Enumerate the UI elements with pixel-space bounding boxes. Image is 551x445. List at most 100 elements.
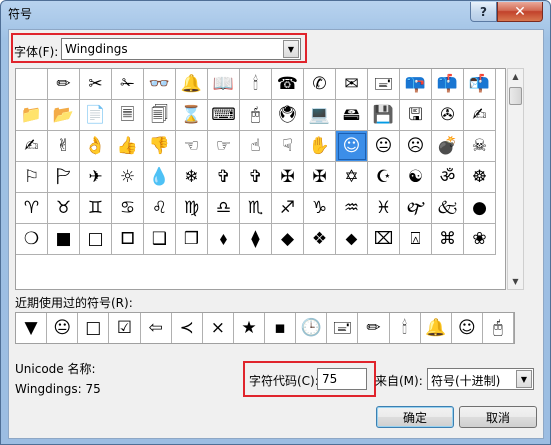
scroll-up-icon[interactable]: ▲: [508, 69, 523, 84]
scroll-thumb[interactable]: [509, 87, 522, 105]
symbol-cell[interactable]: ✞: [240, 162, 272, 193]
symbol-cell[interactable]: ☪: [368, 162, 400, 193]
symbol-cell[interactable]: 📖: [208, 69, 240, 100]
recent-symbol-cell[interactable]: ☑: [109, 313, 141, 343]
symbol-cell[interactable]: 👍: [112, 131, 144, 162]
recent-symbol-cell[interactable]: ★: [233, 313, 265, 343]
symbol-cell[interactable]: 💣: [432, 131, 464, 162]
symbol-cell[interactable]: ☜: [176, 131, 208, 162]
symbol-cell[interactable]: 👓: [144, 69, 176, 100]
symbol-cell[interactable]: ♌: [144, 193, 176, 224]
symbol-cell[interactable]: 📫: [432, 69, 464, 100]
recent-symbol-cell[interactable]: 🕒: [296, 313, 328, 343]
symbol-cell[interactable]: 🞐: [112, 224, 144, 255]
symbol-cell[interactable]: 🖫: [400, 100, 432, 131]
symbol-cell[interactable]: ⚐: [16, 162, 48, 193]
recent-symbol-cell[interactable]: 🔔: [420, 313, 452, 343]
cancel-button[interactable]: 取消: [459, 406, 537, 428]
symbol-cell[interactable]: ☯: [400, 162, 432, 193]
symbol-cell[interactable]: 🖲: [272, 100, 304, 131]
symbol-cell[interactable]: 💾: [368, 100, 400, 131]
ok-button[interactable]: 确定: [376, 406, 454, 428]
symbol-cell[interactable]: ☺: [336, 131, 368, 162]
recent-symbol-cell[interactable]: ×: [202, 313, 234, 343]
symbol-cell[interactable]: ♍: [176, 193, 208, 224]
symbol-cell[interactable]: ✍: [16, 131, 48, 162]
symbol-cell[interactable]: ॐ: [432, 162, 464, 193]
symbol-cell[interactable]: ❖: [304, 224, 336, 255]
symbol-cell[interactable]: ❄: [176, 162, 208, 193]
scroll-down-icon[interactable]: ▼: [508, 274, 523, 289]
symbol-cell[interactable]: 🙰: [400, 193, 432, 224]
symbol-cell[interactable]: ⧫: [240, 224, 272, 255]
symbol-cell[interactable]: ♉: [48, 193, 80, 224]
symbol-cell[interactable]: □: [80, 224, 112, 255]
symbol-cell[interactable]: ♒: [336, 193, 368, 224]
symbol-cell[interactable]: ✌: [48, 131, 80, 162]
symbol-cell[interactable]: ■: [48, 224, 80, 255]
symbol-cell[interactable]: ⌘: [432, 224, 464, 255]
char-code-input[interactable]: 75: [317, 368, 367, 390]
symbol-cell[interactable]: ✈: [80, 162, 112, 193]
symbol-cell[interactable]: 🖰: [240, 100, 272, 131]
recent-symbol-cell[interactable]: ⇦: [140, 313, 172, 343]
symbol-cell[interactable]: ♑: [304, 193, 336, 224]
symbol-cell[interactable]: ✁: [112, 69, 144, 100]
symbol-cell[interactable]: ❀: [464, 224, 496, 255]
symbol-cell[interactable]: 🔔: [176, 69, 208, 100]
symbol-cell[interactable]: ♏: [240, 193, 272, 224]
symbol-cell[interactable]: ✞: [208, 162, 240, 193]
symbol-cell[interactable]: ☠: [464, 131, 496, 162]
symbol-cell[interactable]: ✉: [336, 69, 368, 100]
symbol-cell[interactable]: ✍: [464, 100, 496, 131]
symbol-cell[interactable]: ♓: [368, 193, 400, 224]
recent-symbol-cell[interactable]: 🕯: [389, 313, 421, 343]
symbol-cell[interactable]: [16, 69, 48, 100]
chevron-down-icon[interactable]: ▼: [516, 370, 532, 388]
symbol-cell[interactable]: ✏: [48, 69, 80, 100]
symbol-cell[interactable]: 📪: [400, 69, 432, 100]
symbol-cell[interactable]: ⌛: [176, 100, 208, 131]
symbol-cell[interactable]: ✇: [432, 100, 464, 131]
symbol-cell[interactable]: ☞: [208, 131, 240, 162]
symbol-cell[interactable]: ❒: [176, 224, 208, 255]
symbol-cell[interactable]: ❑: [144, 224, 176, 255]
symbol-cell[interactable]: ☟: [272, 131, 304, 162]
symbol-cell[interactable]: ⬧: [208, 224, 240, 255]
symbol-cell[interactable]: 📬: [464, 69, 496, 100]
from-dropdown[interactable]: 符号(十进制) ▼: [427, 368, 534, 390]
symbol-cell[interactable]: ⬥: [336, 224, 368, 255]
symbol-cell[interactable]: ♊: [80, 193, 112, 224]
symbol-cell[interactable]: ♐: [272, 193, 304, 224]
recent-symbol-cell[interactable]: ▼: [16, 313, 48, 343]
symbol-cell[interactable]: ☎: [272, 69, 304, 100]
symbol-cell[interactable]: ●: [464, 193, 496, 224]
help-button[interactable]: ?: [470, 2, 497, 22]
recent-symbol-cell[interactable]: 😐: [47, 313, 79, 343]
symbol-cell[interactable]: 🗐: [144, 100, 176, 131]
symbol-cell[interactable]: ⌨: [208, 100, 240, 131]
symbol-cell[interactable]: 👎: [144, 131, 176, 162]
symbol-cell[interactable]: 🕯: [240, 69, 272, 100]
symbol-cell[interactable]: 🖃: [368, 69, 400, 100]
symbol-cell[interactable]: ⌧: [368, 224, 400, 255]
symbol-cell[interactable]: 😐: [368, 131, 400, 162]
symbol-cell[interactable]: ✡: [336, 162, 368, 193]
symbol-cell[interactable]: 🖴: [336, 100, 368, 131]
symbol-cell[interactable]: ❍: [16, 224, 48, 255]
symbol-cell[interactable]: 💧: [144, 162, 176, 193]
symbol-grid-scrollbar[interactable]: ▲ ▼: [507, 68, 524, 290]
symbol-cell[interactable]: ☝: [240, 131, 272, 162]
symbol-cell[interactable]: 💻: [304, 100, 336, 131]
recent-symbol-cell[interactable]: ✏: [358, 313, 390, 343]
symbol-cell[interactable]: 📁: [16, 100, 48, 131]
symbol-cell[interactable]: 🏱: [48, 162, 80, 193]
symbol-cell[interactable]: 📂: [48, 100, 80, 131]
recent-symbol-cell[interactable]: ≺: [171, 313, 203, 343]
recent-symbol-cell[interactable]: □: [78, 313, 110, 343]
symbol-cell[interactable]: 👌: [80, 131, 112, 162]
recent-symbol-cell[interactable]: ▪: [265, 313, 297, 343]
symbol-cell[interactable]: 🗏: [112, 100, 144, 131]
symbol-cell[interactable]: ◆: [272, 224, 304, 255]
font-dropdown[interactable]: Wingdings ▼: [61, 38, 301, 60]
